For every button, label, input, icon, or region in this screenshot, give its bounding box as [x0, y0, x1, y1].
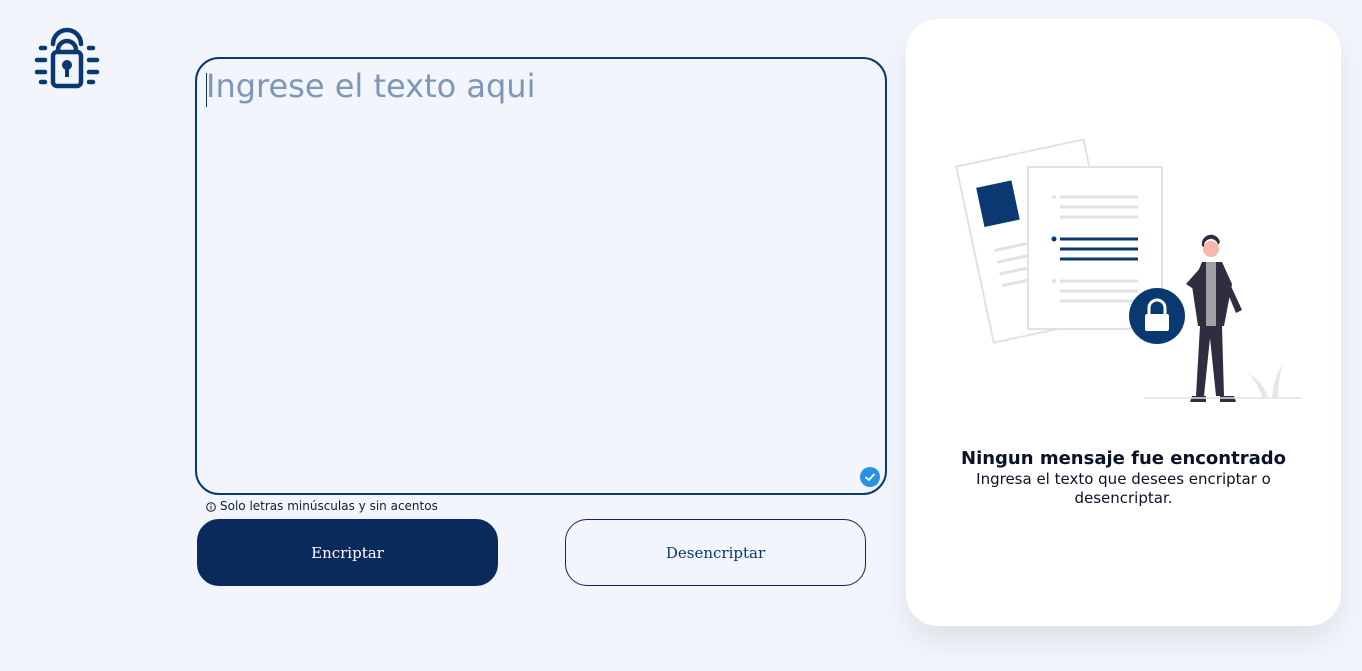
encrypt-button[interactable]: Encriptar: [197, 519, 498, 586]
hint-text: Solo letras minúsculas y sin acentos: [220, 499, 438, 513]
check-circle-icon: [860, 467, 880, 487]
output-panel: Ningun mensaje fue encontrado Ingresa el…: [906, 19, 1341, 626]
decrypt-button-label: Desencriptar: [665, 543, 766, 562]
decrypt-button[interactable]: Desencriptar: [565, 519, 866, 586]
text-input-area[interactable]: [195, 57, 887, 495]
person-with-locked-documents-illustration: [946, 134, 1306, 404]
info-circle-icon: [206, 501, 216, 512]
empty-state-title: Ningun mensaje fue encontrado: [961, 448, 1286, 469]
message-textarea[interactable]: [206, 67, 866, 467]
input-hint: Solo letras minúsculas y sin acentos: [206, 499, 438, 513]
encrypt-button-label: Encriptar: [311, 543, 384, 562]
empty-state-description: Ingresa el texto que desees encriptar o …: [976, 470, 1271, 507]
text-cursor: [206, 73, 207, 107]
app-logo-icon: [33, 22, 101, 92]
